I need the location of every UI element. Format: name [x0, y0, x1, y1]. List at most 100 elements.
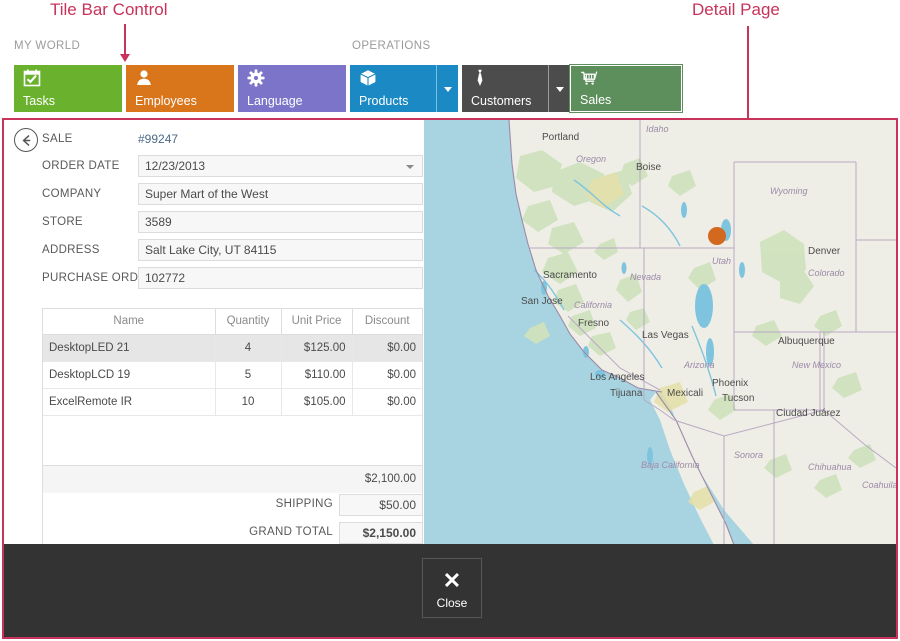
gear-icon: [247, 69, 267, 89]
map-label-coahuila: Coahuila: [862, 480, 896, 490]
map-label-chihuahua: Chihuahua: [808, 462, 852, 472]
total-label-shipping: SHIPPING: [276, 498, 333, 510]
address-input[interactable]: Salt Lake City, UT 84115: [138, 239, 423, 261]
box-icon: [359, 69, 379, 89]
cell-name: DesktopLED 21: [43, 334, 215, 361]
cell-quantity: 4: [215, 334, 281, 361]
map-label-california: California: [574, 300, 612, 310]
tie-icon: [471, 69, 491, 89]
field-row-store: STORE 3589: [4, 211, 422, 233]
tile-tasks[interactable]: Tasks: [14, 65, 122, 112]
map-label-utah: Utah: [712, 256, 731, 266]
cell-name: DesktopLCD 19: [43, 361, 215, 388]
tile-dropdown-products[interactable]: [436, 65, 458, 112]
cell-discount: $0.00: [352, 334, 422, 361]
field-row-address: ADDRESS Salt Lake City, UT 84115: [4, 239, 422, 261]
close-button-label: Close: [423, 596, 481, 610]
map-label-colorado: Colorado: [808, 268, 845, 278]
app-bar: ✕ Close: [4, 544, 898, 637]
order-date-input[interactable]: 12/23/2013: [138, 155, 423, 177]
map-label-phoenix: Phoenix: [712, 378, 748, 389]
tile-label-employees: Employees: [135, 94, 197, 108]
map-label-nevada: Nevada: [630, 272, 661, 282]
cell-unit-price: $125.00: [281, 334, 352, 361]
grid-col-quantity[interactable]: Quantity: [215, 309, 281, 334]
cell-quantity: 5: [215, 361, 281, 388]
field-label-store: STORE: [42, 216, 83, 228]
table-row[interactable]: DesktopLED 21 4 $125.00 $0.00: [43, 334, 422, 361]
field-label-company: COMPANY: [42, 188, 101, 200]
map-label-ciudad-juarez: Ciudad Juárez: [776, 408, 840, 419]
store-input[interactable]: 3589: [138, 211, 423, 233]
grid-empty-cell: [43, 415, 422, 465]
field-label-sale: SALE: [42, 133, 73, 145]
field-label-order-date: ORDER DATE: [42, 160, 120, 172]
tile-language[interactable]: Language: [238, 65, 346, 112]
grid-col-unit-price[interactable]: Unit Price: [281, 309, 352, 334]
grid-col-discount[interactable]: Discount: [352, 309, 422, 334]
purchase-order-input[interactable]: 102772: [138, 267, 423, 289]
calendar-check-icon: [23, 69, 43, 89]
tile-sales[interactable]: Sales: [570, 65, 682, 112]
map-label-tucson: Tucson: [722, 393, 754, 404]
map-label-mexicali: Mexicali: [667, 388, 703, 399]
cell-discount: $0.00: [352, 388, 422, 415]
cell-quantity: 10: [215, 388, 281, 415]
field-row-order-date: ORDER DATE 12/23/2013: [4, 155, 422, 177]
grid-header-row: Name Quantity Unit Price Discount: [43, 309, 422, 334]
map-label-las-vegas: Las Vegas: [642, 330, 689, 341]
cell-discount: $0.00: [352, 361, 422, 388]
map-label-wyoming: Wyoming: [770, 186, 808, 196]
tile-group-title-my-world: MY WORLD: [14, 40, 80, 52]
map-label-albuquerque: Albuquerque: [778, 336, 835, 347]
grid-col-name[interactable]: Name: [43, 309, 215, 334]
tile-employees[interactable]: Employees: [126, 65, 234, 112]
map-label-new-mexico: New Mexico: [792, 360, 841, 370]
map-label-fresno: Fresno: [578, 318, 609, 329]
detail-page: SALE #99247 ORDER DATE 12/23/2013 COMPAN…: [2, 118, 898, 639]
close-icon: ✕: [423, 570, 481, 592]
map-label-denver: Denver: [808, 246, 840, 257]
annotation-detail-page: Detail Page: [692, 0, 780, 20]
company-input[interactable]: Super Mart of the West: [138, 183, 423, 205]
annotation-tile-bar: Tile Bar Control: [50, 0, 167, 20]
grid-empty-area: [43, 415, 422, 465]
table-row[interactable]: ExcelRemote IR 10 $105.00 $0.00: [43, 388, 422, 415]
table-row[interactable]: DesktopLCD 19 5 $110.00 $0.00: [43, 361, 422, 388]
grid-subtotal-value: $2,100.00: [43, 465, 422, 493]
tile-label-language: Language: [247, 94, 303, 108]
close-button[interactable]: ✕ Close: [422, 558, 482, 618]
map-label-portland: Portland: [542, 132, 579, 143]
map-label-baja-california: Baja California: [641, 460, 700, 470]
map-label-idaho: Idaho: [646, 124, 669, 134]
map-label-san-jose: San Jose: [521, 296, 563, 307]
tile-dropdown-customers[interactable]: [548, 65, 570, 112]
cart-icon: [580, 70, 600, 90]
cell-unit-price: $110.00: [281, 361, 352, 388]
field-row-sale: SALE #99247: [4, 128, 422, 150]
total-row-shipping: SHIPPING $50.00: [154, 494, 423, 516]
tile-bar-control[interactable]: MY WORLD OPERATIONS Tasks Employees Lang…: [0, 40, 900, 118]
grid-subtotal-row: $2,100.00: [43, 465, 422, 493]
chevron-down-icon: [444, 87, 452, 92]
field-row-purchase-order: PURCHASE ORDER 102772: [4, 267, 422, 289]
tile-customers[interactable]: Customers: [462, 65, 570, 112]
chevron-down-icon: [406, 165, 414, 169]
tile-label-products: Products: [359, 94, 408, 108]
tile-label-customers: Customers: [471, 94, 531, 108]
tile-products[interactable]: Products: [350, 65, 458, 112]
cell-unit-price: $105.00: [281, 388, 352, 415]
total-label-grand-total: GRAND TOTAL: [249, 526, 333, 538]
tile-group-title-operations: OPERATIONS: [352, 40, 431, 52]
shipping-value: $50.00: [339, 494, 423, 516]
map-label-boise: Boise: [636, 162, 661, 173]
field-label-address: ADDRESS: [42, 244, 100, 256]
sale-form-pane: SALE #99247 ORDER DATE 12/23/2013 COMPAN…: [4, 120, 422, 542]
map-label-arizona: Arizona: [684, 360, 715, 370]
map-label-oregon: Oregon: [576, 154, 606, 164]
map-label-sonora: Sonora: [734, 450, 763, 460]
field-value-sale: #99247: [138, 132, 178, 146]
location-marker[interactable]: [708, 227, 726, 245]
field-row-company: COMPANY Super Mart of the West: [4, 183, 422, 205]
map-label-sacramento: Sacramento: [543, 270, 597, 281]
